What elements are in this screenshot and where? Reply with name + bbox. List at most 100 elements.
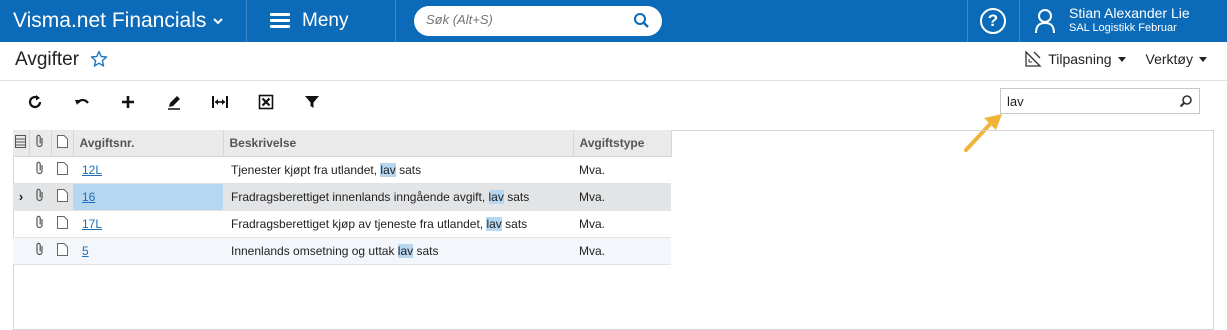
table-row[interactable]: 12L Tjenester kjøpt fra utlandet, lav sa… — [13, 156, 671, 184]
user-icon[interactable] — [1034, 8, 1056, 34]
menu-label: Meny — [302, 10, 349, 31]
hamburger-icon — [270, 13, 290, 29]
column-header-code[interactable]: Avgiftsnr. — [73, 130, 224, 157]
top-bar: Visma.net Financials Meny ? Stian Alexan… — [0, 0, 1227, 42]
fee-code-cell: 5 — [73, 237, 223, 265]
app-title: Visma.net Financials — [13, 9, 207, 32]
caret-down-icon — [1117, 56, 1126, 62]
description-cell: Tjenester kjøpt fra utlandet, lav sats — [223, 156, 573, 184]
note-cell[interactable] — [51, 183, 73, 211]
note-cell[interactable] — [51, 210, 73, 238]
note-icon — [56, 161, 68, 175]
grid-header-row: Avgiftsnr. Beskrivelse Avgiftstype — [13, 130, 672, 157]
edit-icon — [168, 96, 180, 110]
table-row-selected[interactable]: › 16 Fradragsberettiget innenlands inngå… — [13, 183, 671, 211]
search-icon[interactable] — [633, 12, 650, 29]
description-cell: Innenlands omsetning og uttak lav sats — [223, 237, 573, 265]
description-text: Fradragsberettiget innenlands inngående … — [231, 189, 489, 204]
divider — [0, 80, 1227, 81]
add-button[interactable] — [114, 88, 142, 116]
attachment-column-header — [29, 130, 52, 157]
fees-grid: Avgiftsnr. Beskrivelse Avgiftstype 12L T… — [13, 130, 672, 265]
tools-menu[interactable]: Verktøy — [1146, 51, 1207, 67]
attachment-cell[interactable] — [29, 210, 51, 238]
note-column-header — [51, 130, 74, 157]
attachment-cell[interactable] — [29, 156, 51, 184]
add-icon — [122, 96, 134, 108]
fee-code-link[interactable]: 5 — [79, 244, 89, 258]
fee-code-link[interactable]: 17L — [79, 217, 102, 231]
refresh-button[interactable] — [21, 88, 49, 116]
row-pointer[interactable]: › — [13, 183, 29, 211]
help-icon[interactable]: ? — [980, 8, 1006, 34]
fee-code-link[interactable]: 12L — [79, 163, 102, 177]
note-cell[interactable] — [51, 156, 73, 184]
caret-down-icon — [1199, 56, 1207, 62]
row-pointer[interactable] — [13, 237, 29, 265]
table-row[interactable]: 5 Innenlands omsetning og uttak lav sats… — [13, 237, 671, 265]
paperclip-icon — [36, 215, 43, 229]
note-icon — [56, 215, 68, 229]
ruler-icon — [1025, 50, 1042, 67]
description-cell: Fradragsberettiget kjøp av tjeneste fra … — [223, 210, 573, 238]
attachment-cell[interactable] — [29, 237, 51, 265]
note-icon — [56, 242, 68, 256]
description-text: sats — [395, 162, 422, 177]
fit-columns-button[interactable] — [206, 88, 234, 116]
grid-settings-icon — [15, 134, 27, 148]
search-match: lav — [488, 189, 504, 204]
search-icon[interactable] — [1179, 94, 1193, 108]
column-header-description[interactable]: Beskrivelse — [223, 130, 574, 157]
grid-search-input[interactable] — [1007, 94, 1167, 109]
header-tools: Tilpasning Verktøy — [1004, 50, 1207, 68]
row-selector-header[interactable] — [13, 130, 30, 157]
fee-type-cell: Mva. — [573, 237, 671, 265]
global-search[interactable] — [414, 6, 662, 36]
paperclip-icon — [36, 161, 43, 175]
menu-button[interactable]: Meny — [247, 0, 395, 42]
chevron-down-icon — [213, 18, 223, 25]
user-name[interactable]: Stian Alexander Lie — [1069, 5, 1190, 21]
undo-icon — [75, 98, 89, 105]
attachment-cell[interactable] — [29, 183, 51, 211]
search-match: lav — [380, 162, 396, 177]
description-text: Tjenester kjøpt fra utlandet, — [231, 162, 381, 177]
refresh-icon — [28, 95, 42, 109]
description-cell: Fradragsberettiget innenlands inngående … — [223, 183, 573, 211]
description-text: sats — [413, 243, 439, 258]
fee-code-cell: 16 — [73, 183, 223, 211]
note-icon — [56, 134, 68, 148]
global-search-input[interactable] — [426, 12, 626, 27]
filter-icon — [305, 96, 319, 108]
delete-button[interactable] — [252, 88, 280, 116]
delete-icon — [258, 94, 274, 110]
customize-label: Tilpasning — [1048, 51, 1112, 67]
fee-type-cell: Mva. — [573, 156, 671, 184]
star-icon[interactable] — [90, 50, 108, 68]
app-switcher[interactable]: Visma.net Financials — [0, 0, 246, 42]
fee-type-cell: Mva. — [573, 210, 671, 238]
table-row[interactable]: 17L Fradragsberettiget kjøp av tjeneste … — [13, 210, 671, 238]
edit-button[interactable] — [160, 88, 188, 116]
paperclip-icon — [36, 188, 43, 202]
description-text: Fradragsberettiget kjøp av tjeneste fra … — [231, 216, 487, 231]
description-text: Innenlands omsetning og uttak — [231, 243, 398, 258]
filter-button[interactable] — [298, 88, 326, 116]
divider — [395, 0, 396, 42]
fee-code-link[interactable]: 16 — [79, 190, 95, 204]
divider — [967, 0, 968, 42]
description-text: sats — [503, 189, 530, 204]
note-cell[interactable] — [51, 237, 73, 265]
fee-type-cell: Mva. — [573, 183, 671, 211]
fee-code-cell: 12L — [73, 156, 223, 184]
undo-button[interactable] — [68, 88, 96, 116]
divider — [1019, 0, 1020, 42]
paperclip-icon — [36, 242, 43, 256]
row-pointer[interactable] — [13, 156, 29, 184]
search-match: lav — [397, 243, 414, 258]
company-name[interactable]: SAL Logistikk Februar — [1069, 21, 1177, 35]
column-header-type[interactable]: Avgiftstype — [573, 130, 672, 157]
customize-menu[interactable]: Tilpasning — [1024, 50, 1126, 68]
grid-search[interactable] — [1000, 88, 1200, 114]
row-pointer[interactable] — [13, 210, 29, 238]
